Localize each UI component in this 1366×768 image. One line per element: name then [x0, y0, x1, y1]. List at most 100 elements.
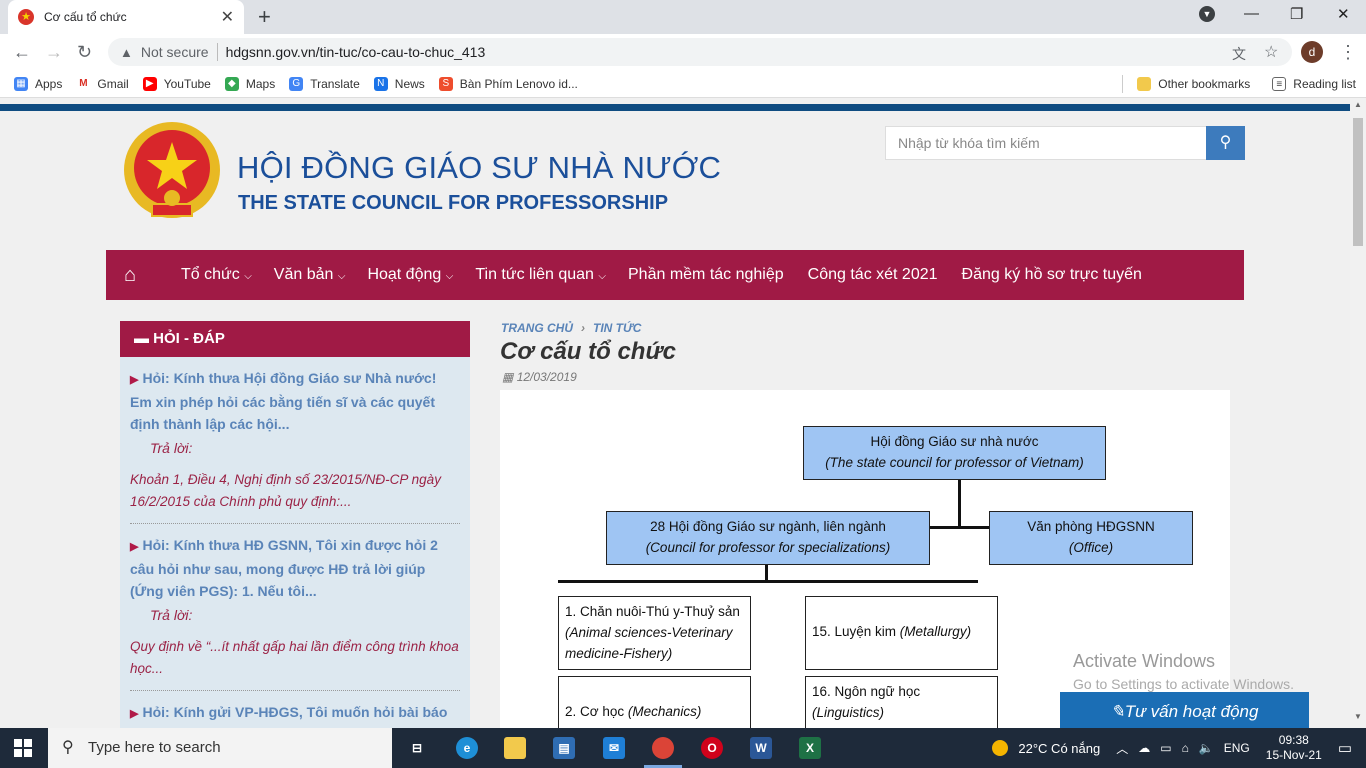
- address-bar[interactable]: ▲ Not secure hdgsnn.gov.vn/tin-tuc/co-ca…: [108, 38, 1292, 66]
- question-link[interactable]: ▶ Hỏi: Kính thưa Hội đồng Giáo sư Nhà nướ…: [130, 367, 460, 435]
- connector-line: [558, 580, 978, 583]
- translate-icon[interactable]: 文: [1232, 44, 1246, 64]
- top-accent-bar: [0, 104, 1350, 111]
- folder-icon: [1137, 76, 1152, 91]
- task-view-icon[interactable]: ⊟: [406, 737, 428, 759]
- bookmark-maps[interactable]: ◆ Maps: [224, 76, 275, 91]
- search-icon[interactable]: ⚲: [1206, 126, 1245, 160]
- bookmark-apps[interactable]: ▦ Apps: [14, 76, 62, 91]
- scroll-down-icon[interactable]: ▼: [1354, 712, 1362, 721]
- pencil-icon: ✎: [1110, 702, 1125, 721]
- taskbar-search-input[interactable]: ⚲ Type here to search: [48, 728, 392, 768]
- chevron-down-icon: ⌵: [244, 271, 252, 282]
- shop-icon: S: [438, 76, 453, 91]
- chevron-down-icon: ⌵: [445, 271, 454, 282]
- chevron-up-icon[interactable]: ︿: [1116, 740, 1128, 757]
- breadcrumb-section[interactable]: TIN TỨC: [593, 321, 641, 335]
- nav-cong-tac-xet[interactable]: Công tác xét 2021: [808, 266, 938, 284]
- tab-search-icon[interactable]: ▼: [1199, 6, 1215, 22]
- nav-to-chuc[interactable]: Tổ chức ⌵: [181, 266, 252, 284]
- bookmark-news[interactable]: N News: [373, 76, 425, 91]
- consult-button[interactable]: ✎Tư vấn hoạt động: [1060, 692, 1309, 728]
- site-search-input[interactable]: Nhập từ khóa tìm kiếm: [885, 126, 1207, 160]
- org-box-metallurgy: 15. Luyện kim (Metallurgy): [805, 596, 998, 670]
- connector-line: [765, 565, 768, 581]
- scrollbar-thumb[interactable]: [1353, 118, 1363, 246]
- menu-dots-icon[interactable]: ⋮: [1339, 42, 1357, 63]
- minimize-icon[interactable]: —: [1244, 5, 1259, 22]
- chrome-icon[interactable]: [652, 737, 674, 759]
- edge-icon[interactable]: e: [456, 737, 478, 759]
- bookmark-gmail[interactable]: M Gmail: [76, 76, 129, 91]
- scroll-up-icon[interactable]: ▲: [1354, 100, 1362, 109]
- store-icon[interactable]: ▤: [553, 737, 575, 759]
- excel-icon[interactable]: X: [799, 737, 821, 759]
- bookmarks-bar: ▦ Apps M Gmail ▶ YouTube ◆ Maps G Translate N…: [0, 70, 1366, 98]
- chevron-down-icon: ⌵: [337, 271, 346, 282]
- close-window-icon[interactable]: ✕: [1337, 5, 1350, 23]
- reading-list[interactable]: ≡ Reading list: [1272, 76, 1356, 91]
- volume-icon[interactable]: 🔈: [1199, 741, 1214, 755]
- calendar-icon: ▦: [502, 370, 514, 384]
- activate-windows-subtitle: Go to Settings to activate Windows.: [1073, 676, 1294, 692]
- qa-item: ▶ Hỏi: Kính thưa Hội đồng Giáo sư Nhà nướ…: [120, 357, 470, 524]
- chat-icon: ▬: [134, 330, 149, 347]
- battery-icon[interactable]: ▭: [1160, 741, 1171, 755]
- windows-taskbar: ⚲ Type here to search ⊟ e ▤ ✉ O W X 22°C…: [0, 728, 1366, 768]
- network-icon[interactable]: ⌂: [1182, 741, 1189, 755]
- word-icon[interactable]: W: [750, 737, 772, 759]
- question-link[interactable]: ▶ Hỏi: Kính gửi VP-HĐGS, Tôi muốn hỏi bài…: [130, 701, 460, 728]
- profile-avatar[interactable]: d: [1301, 41, 1323, 63]
- main-nav: ⌂ Tổ chức ⌵ Văn bản ⌵ Hoạt động ⌵ Tin tứ…: [106, 250, 1244, 300]
- nav-hoat-dong[interactable]: Hoạt động ⌵: [367, 266, 453, 284]
- bookmark-star-icon[interactable]: ☆: [1264, 42, 1278, 62]
- cloud-icon[interactable]: ☁: [1138, 741, 1150, 755]
- page-scrollbar[interactable]: ▲ ▼: [1350, 98, 1366, 728]
- site-favicon-icon: ★: [18, 9, 34, 25]
- file-explorer-icon[interactable]: [504, 737, 526, 759]
- browser-toolbar: ← → ↻ ▲ Not secure hdgsnn.gov.vn/tin-tuc…: [0, 34, 1366, 70]
- org-box-office: Văn phòng HĐGSNN (Office): [989, 511, 1193, 565]
- language-indicator[interactable]: ENG: [1224, 741, 1250, 755]
- tab-active[interactable]: ★ Cơ cấu tổ chức ✕: [8, 0, 244, 34]
- close-tab-icon[interactable]: ✕: [221, 7, 234, 27]
- opera-icon[interactable]: O: [701, 737, 723, 759]
- other-bookmarks[interactable]: Other bookmarks: [1137, 76, 1250, 91]
- weather-text[interactable]: 22°C Có nắng: [1018, 741, 1100, 756]
- mail-icon[interactable]: ✉: [603, 737, 625, 759]
- activate-windows-title: Activate Windows: [1073, 651, 1216, 671]
- bookmark-youtube[interactable]: ▶ YouTube: [142, 76, 211, 91]
- sun-weather-icon: [992, 740, 1009, 756]
- nav-dang-ky[interactable]: Đăng ký hồ sơ trực tuyến: [962, 266, 1142, 284]
- bookmark-translate[interactable]: G Translate: [289, 76, 360, 91]
- apps-grid-icon: ▦: [14, 76, 28, 91]
- chevron-down-icon: ⌵: [598, 271, 606, 282]
- org-box-linguistics: 16. Ngôn ngữ học (Linguistics): [805, 676, 998, 728]
- question-link[interactable]: ▶ Hỏi: Kính thưa HĐ GSNN, Tôi xin được hỏ…: [130, 534, 460, 602]
- org-box-state-council: Hội đồng Giáo sư nhà nước (The state cou…: [803, 426, 1106, 480]
- nav-phan-mem[interactable]: Phần mềm tác nghiệp: [628, 266, 784, 284]
- news-icon: N: [373, 76, 388, 91]
- not-secure-label: Not secure: [140, 44, 209, 60]
- nav-van-ban[interactable]: Văn bản ⌵: [274, 266, 346, 284]
- answer-label: Trả lời:: [150, 440, 193, 456]
- home-icon[interactable]: ⌂: [106, 264, 154, 287]
- answer-text: Khoản 1, Điều 4, Nghị định số 23/2015/NĐ…: [130, 469, 460, 524]
- forward-icon[interactable]: →: [45, 42, 63, 63]
- bookmark-lenovo[interactable]: S Bàn Phím Lenovo id...: [438, 76, 578, 91]
- divider: [216, 43, 218, 61]
- triangle-bullet-icon: ▶: [130, 708, 139, 720]
- tab-strip: ★ Cơ cấu tổ chức ✕ + ▼ — ❐ ✕: [0, 0, 1366, 34]
- site-subtitle: THE STATE COUNCIL FOR PROFESSORSHIP: [238, 192, 669, 214]
- breadcrumb-home[interactable]: TRANG CHỦ: [501, 321, 573, 335]
- clock[interactable]: 09:38 15-Nov-21: [1266, 733, 1322, 763]
- new-tab-button[interactable]: +: [258, 4, 271, 30]
- nav-tin-tuc-lien-quan[interactable]: Tin tức liên quan ⌵: [475, 266, 606, 284]
- reload-icon[interactable]: ↻: [77, 42, 92, 63]
- notification-icon[interactable]: ▭: [1338, 739, 1352, 757]
- restore-icon[interactable]: ❐: [1290, 5, 1303, 23]
- url-text[interactable]: hdgsnn.gov.vn/tin-tuc/co-cau-to-chuc_413: [226, 44, 486, 60]
- windows-start-icon[interactable]: [14, 739, 32, 757]
- warning-icon[interactable]: ▲: [120, 45, 133, 60]
- back-icon[interactable]: ←: [13, 42, 31, 63]
